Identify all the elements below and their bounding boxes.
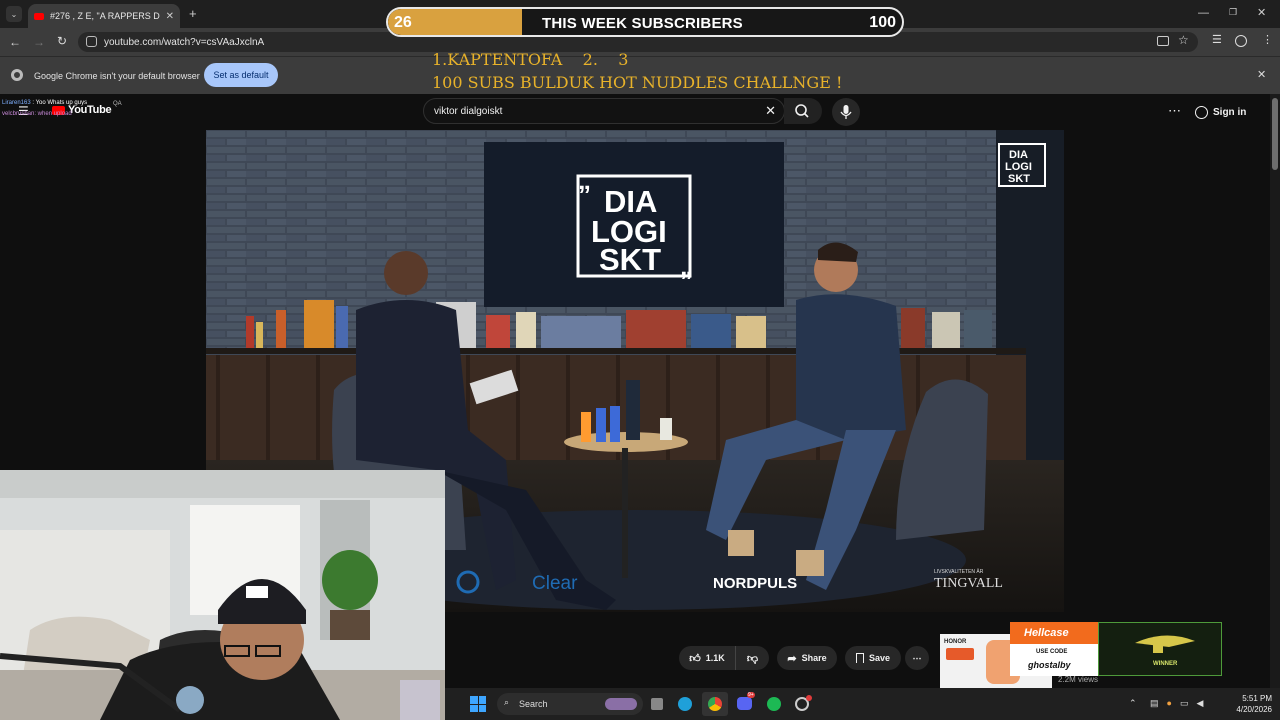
- thumbs-down-icon: 👎︎: [746, 652, 759, 665]
- wall-logo-line3: SKT: [599, 242, 661, 277]
- reload-icon[interactable]: ↻: [57, 34, 67, 48]
- corner-logo-line2: LOGI: [1005, 161, 1032, 173]
- volume-icon[interactable]: ◀: [1196, 698, 1203, 709]
- webcam-overlay: [0, 470, 445, 720]
- winner-animation: WINNER: [1098, 622, 1222, 676]
- corner-logo-line1: DIA: [1009, 149, 1028, 161]
- like-button[interactable]: 👍︎ 1.1K: [679, 646, 735, 670]
- webcam-scene: [0, 470, 445, 720]
- url-text: youtube.com/watch?v=csVAaJxclnA: [104, 36, 265, 48]
- infobar-close-icon[interactable]: ✕: [1257, 68, 1266, 81]
- start-button[interactable]: [470, 696, 486, 712]
- search-query: viktor dialgoiskt: [434, 105, 503, 117]
- chat-message: Liraren163 : Yoo Whats up guys: [2, 100, 87, 106]
- clock-time: 5:51 PM: [1242, 694, 1272, 703]
- browser-tab-active[interactable]: #276 , Z E, "A RAPPERS DREAM ✕: [28, 4, 180, 28]
- set-as-default-button[interactable]: Set as default: [204, 63, 278, 87]
- close-window-button[interactable]: ✕: [1257, 6, 1266, 19]
- clock-date: 4/20/2026: [1236, 705, 1272, 714]
- sign-in-button[interactable]: Sign in: [1195, 101, 1257, 123]
- chat-username: Liraren163: [2, 100, 31, 106]
- tab-title: #276 , Z E, "A RAPPERS DREAM: [50, 11, 160, 21]
- bookmark-star-icon[interactable]: ☆: [1178, 33, 1189, 47]
- back-arrow-icon[interactable]: ←: [9, 35, 21, 49]
- share-arrow-icon: ➦: [787, 652, 797, 665]
- microphone-icon: [840, 105, 852, 119]
- discord-badge: 9+: [747, 692, 755, 698]
- scrollbar-thumb[interactable]: [1272, 98, 1278, 170]
- dislike-button[interactable]: 👎︎: [735, 646, 769, 670]
- hellcase-use-code: USE CODE: [1036, 649, 1068, 655]
- tray-icons[interactable]: ▤ ● ▭ ◀: [1150, 698, 1220, 709]
- honor-tag: [946, 648, 974, 660]
- taskbar-search-icon: ⌕: [504, 697, 510, 707]
- forward-arrow-icon[interactable]: →: [33, 35, 45, 49]
- search-icon: [795, 104, 809, 118]
- youtube-favicon-icon: [34, 12, 44, 20]
- search-input[interactable]: viktor dialgoiskt ✕: [423, 98, 785, 124]
- sponsor-nordpuls: NORDPULS: [713, 575, 797, 592]
- install-app-icon[interactable]: [1157, 36, 1169, 46]
- honor-brand: HONOR: [944, 639, 967, 645]
- hellcase-sponsor-box: Hellcase USE CODE ghostalby: [1010, 622, 1098, 676]
- chat-badge: QA: [113, 101, 122, 107]
- subscriber-goal-count: 100: [869, 14, 896, 31]
- chat-text: : Yoo Whats up guys: [32, 100, 88, 106]
- like-count: 1.1K: [705, 653, 725, 663]
- challenge-text: 100 SUBS BULDUK HOT NUDDLES CHALLNGE !: [432, 73, 843, 92]
- taskbar-search[interactable]: ⌕ Search: [497, 693, 643, 715]
- app-red-dot-icon: [806, 695, 812, 701]
- hellcase-brand: Hellcase: [1024, 627, 1069, 639]
- spotify-icon[interactable]: [767, 697, 781, 711]
- monitor-icon[interactable]: ▭: [1180, 698, 1189, 709]
- chrome-menu-icon[interactable]: ⋮: [1262, 33, 1273, 46]
- more-options-icon[interactable]: ⋯: [1168, 103, 1181, 119]
- subscriber-current-count: 26: [394, 14, 412, 31]
- corner-logo-line3: SKT: [1008, 173, 1030, 185]
- site-info-icon[interactable]: [86, 36, 97, 47]
- chat-message-2: velcbrushan: when upload: [2, 111, 72, 117]
- svg-text:„: „: [680, 251, 693, 281]
- thumbs-up-icon: 👍︎: [689, 652, 701, 665]
- account-icon: [1195, 105, 1208, 119]
- sponsor-clear: Clear: [532, 573, 578, 594]
- svg-text:„: „: [578, 165, 591, 195]
- more-actions-button[interactable]: ⋯: [905, 646, 929, 670]
- voice-search-button[interactable]: [832, 98, 860, 126]
- reading-list-icon[interactable]: ☰: [1212, 33, 1222, 46]
- tab-close-icon[interactable]: ✕: [166, 11, 174, 22]
- sponsor-tingvall-small: LIVSKVALITETEN ÄR: [934, 568, 984, 575]
- ellipsis-icon: ⋯: [912, 652, 922, 663]
- page-scrollbar[interactable]: [1270, 94, 1280, 688]
- profile-icon[interactable]: [1235, 35, 1247, 47]
- search-button[interactable]: [784, 98, 822, 124]
- infobar-message: Google Chrome isn't your default browser: [34, 71, 200, 81]
- chrome-taskbar-icon[interactable]: [702, 692, 728, 716]
- network-icon[interactable]: ▤: [1150, 698, 1159, 709]
- clear-search-icon[interactable]: ✕: [765, 103, 776, 119]
- tab-search-button[interactable]: ⌄: [6, 6, 22, 22]
- edge-icon[interactable]: [678, 697, 692, 711]
- mic-tray-icon[interactable]: ●: [1167, 698, 1172, 709]
- winner-knife-icon: [1135, 635, 1195, 653]
- task-view-icon[interactable]: [651, 698, 663, 710]
- chrome-logo-icon: [11, 69, 23, 81]
- taskbar-clock[interactable]: 5:51 PM 4/20/2026: [1226, 693, 1272, 715]
- sidebar-views: 2.2M views: [1058, 675, 1099, 684]
- subscriber-banner-title: THIS WEEK SUBSCRIBERS: [542, 15, 743, 32]
- restore-button[interactable]: ❐: [1229, 7, 1237, 18]
- subscriber-goal-banner: 26 THIS WEEK SUBSCRIBERS 100: [386, 7, 904, 37]
- minimize-button[interactable]: —: [1198, 7, 1209, 19]
- winner-label: WINNER: [1153, 661, 1178, 667]
- hellcase-code: ghostalby: [1028, 660, 1071, 670]
- share-button[interactable]: ➦ Share: [777, 646, 837, 670]
- save-button[interactable]: Save: [845, 646, 901, 670]
- search-highlight-image: [605, 698, 637, 710]
- new-tab-button[interactable]: +: [189, 6, 197, 21]
- sponsor-tingvall: TINGVALL: [934, 576, 1003, 591]
- top-supporters-text: 1.KAPTENTOFA 2. 3: [432, 50, 629, 69]
- bookmark-icon: [855, 653, 864, 663]
- tray-chevron-icon[interactable]: ⌃: [1129, 698, 1137, 709]
- discord-icon[interactable]: [737, 697, 752, 710]
